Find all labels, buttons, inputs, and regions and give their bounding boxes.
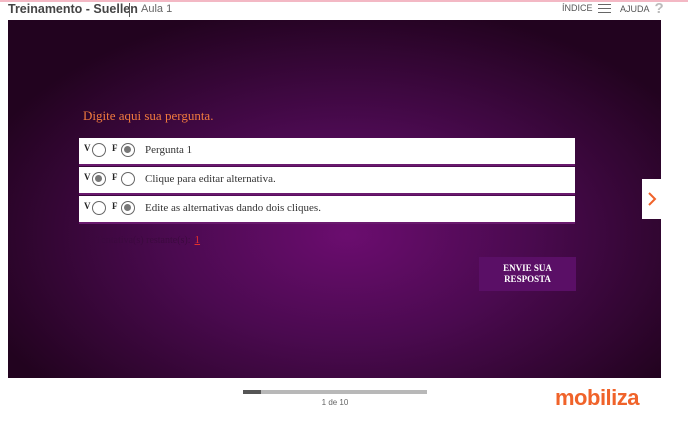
false-label: F xyxy=(112,201,118,211)
option-1-text[interactable]: Pergunta 1 xyxy=(145,144,192,156)
false-label: F xyxy=(112,143,118,153)
help-label: AJUDA xyxy=(620,4,650,14)
attempts-remaining: Tentativa(s) restante(s): 1 xyxy=(96,234,200,246)
submit-label-line2: RESPOSTA xyxy=(504,274,551,284)
false-label: F xyxy=(112,172,118,182)
true-label: V xyxy=(84,143,91,153)
top-bar: Treinamento - Suellen Aula 1 ÍNDICE AJUD… xyxy=(0,0,688,20)
help-button[interactable]: AJUDA ? xyxy=(620,0,664,17)
option-2-false-radio[interactable] xyxy=(121,172,135,186)
option-row-3: V F Edite as alternativas dando dois cli… xyxy=(79,196,575,224)
option-2-text[interactable]: Clique para editar alternativa. xyxy=(145,173,276,185)
lesson-title: Aula 1 xyxy=(141,3,173,15)
progress-bar xyxy=(243,390,427,394)
course-title: Treinamento - Suellen xyxy=(8,2,138,16)
question-icon: ? xyxy=(654,0,664,17)
attempts-count: 1 xyxy=(194,234,201,246)
index-label: ÍNDICE xyxy=(562,3,593,13)
title-divider xyxy=(129,3,130,17)
option-row-2: V F Clique para editar alternativa. xyxy=(79,167,575,195)
true-label: V xyxy=(84,201,91,211)
option-3-true-radio[interactable] xyxy=(92,201,106,215)
option-row-1: V F Pergunta 1 xyxy=(79,138,575,166)
progress-fill xyxy=(243,390,262,394)
option-2-true-radio[interactable] xyxy=(92,172,106,186)
attempts-label: Tentativa(s) restante(s): xyxy=(96,235,191,246)
hamburger-icon xyxy=(597,3,611,13)
option-3-false-radio[interactable] xyxy=(121,201,135,215)
chevron-right-icon xyxy=(647,192,656,206)
submit-answer-button[interactable]: ENVIE SUA RESPOSTA xyxy=(479,257,576,291)
option-3-text[interactable]: Edite as alternativas dando dois cliques… xyxy=(145,202,321,214)
index-button[interactable]: ÍNDICE xyxy=(562,3,611,13)
page-indicator: 1 de 10 xyxy=(321,398,349,407)
option-1-true-radio[interactable] xyxy=(92,143,106,157)
question-text: Digite aqui sua pergunta. xyxy=(83,108,214,123)
brand-logo: mobiliza xyxy=(555,385,640,410)
true-label: V xyxy=(84,172,91,182)
submit-label-line1: ENVIE SUA xyxy=(503,263,552,273)
option-1-false-radio[interactable] xyxy=(121,143,135,157)
next-slide-button[interactable] xyxy=(642,179,661,219)
